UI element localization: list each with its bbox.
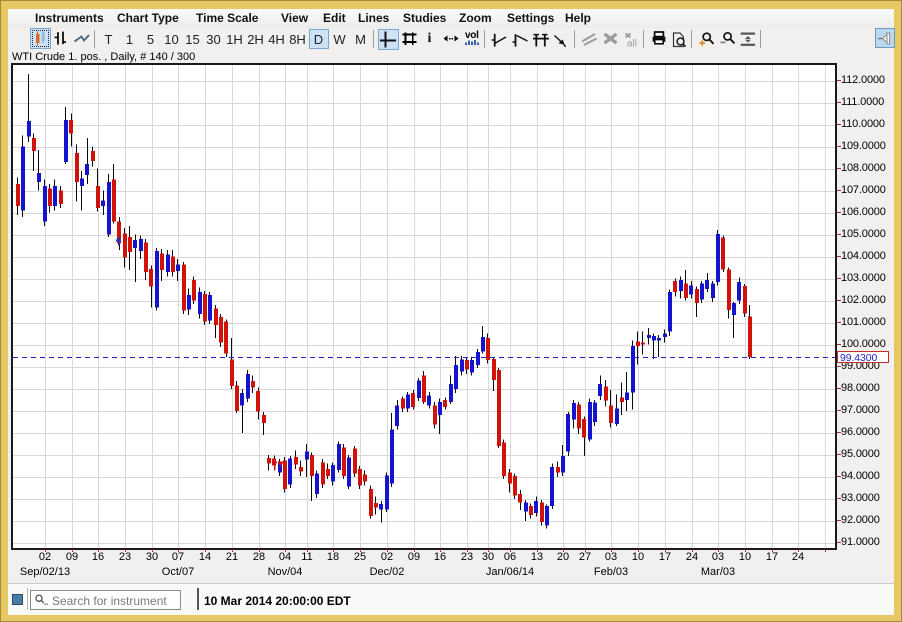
svg-text:all: all xyxy=(627,39,637,50)
